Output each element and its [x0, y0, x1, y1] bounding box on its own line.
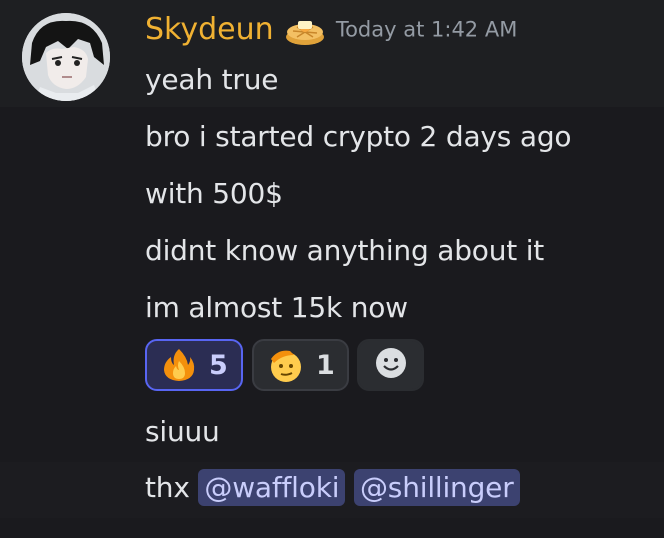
saluting-face-icon: [268, 347, 304, 383]
mention-shillinger[interactable]: @shillinger: [354, 469, 520, 506]
message-line: im almost 15k now: [145, 291, 408, 324]
message-text: thx: [145, 471, 190, 504]
timestamp: Today at 1:42 AM: [335, 17, 518, 42]
username[interactable]: Skydeun: [145, 12, 274, 47]
reaction-count: 5: [209, 349, 228, 381]
add-reaction-icon: [374, 346, 408, 384]
waffle-icon: [283, 13, 327, 47]
add-reaction-button[interactable]: [357, 339, 424, 391]
message-header: Skydeun Today at 1:42 AM: [145, 12, 517, 52]
message-line: yeah true: [145, 63, 279, 96]
message-line-mentions: thx @waffloki @shillinger: [145, 469, 520, 506]
reaction-fire[interactable]: 5: [145, 339, 243, 391]
message-line: with 500$: [145, 177, 283, 210]
message-line: didnt know anything about it: [145, 234, 545, 267]
mention-waffloki[interactable]: @waffloki: [198, 469, 346, 506]
message-line: siuuu: [145, 415, 220, 448]
fire-icon: [161, 347, 197, 383]
message-line: bro i started crypto 2 days ago: [145, 120, 572, 153]
reaction-count: 1: [316, 349, 335, 381]
reaction-salute[interactable]: 1: [252, 339, 349, 391]
avatar[interactable]: [22, 13, 110, 101]
avatar-image: [22, 13, 110, 101]
